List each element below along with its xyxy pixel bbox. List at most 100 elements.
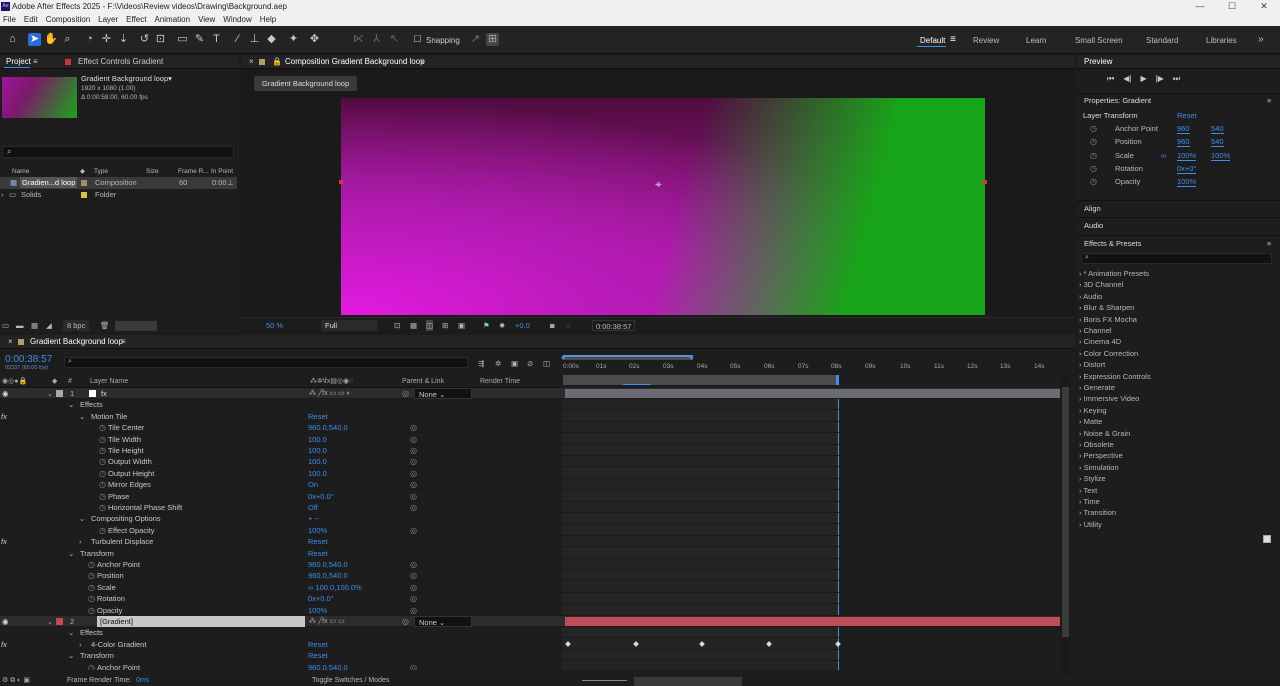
scrollbar-thumb[interactable] (1062, 387, 1069, 637)
stopwatch-icon[interactable]: ◷ (99, 434, 106, 445)
snapping-checkbox[interactable]: ☐ (411, 33, 424, 46)
visibility-eye-icon[interactable]: ◉ (2, 616, 9, 627)
brush-tool-icon[interactable]: ⁄ (231, 33, 244, 46)
property-row[interactable]: ◷ Rotation 0x+0.0° ◎ (0, 593, 1060, 605)
layer-name[interactable]: [Gradient] (97, 616, 305, 627)
color-management-icon[interactable]: ⚑ (483, 320, 490, 331)
stopwatch-icon[interactable]: ◷ (88, 559, 95, 570)
scale-y-value[interactable]: 100% (1211, 150, 1231, 161)
layer-row[interactable]: ◉ ⌄ 2 [Gradient] ⁂ ╱fx ▭ ▭ ◎ None ⌄ (0, 616, 1060, 627)
last-frame-icon[interactable]: ⏭ (1173, 74, 1180, 86)
bit-depth-button[interactable]: 8 bpc (63, 320, 90, 331)
property-value[interactable]: Reset (308, 411, 328, 422)
current-time-indicator[interactable] (836, 375, 839, 385)
stopwatch-icon[interactable]: ◷ (88, 570, 95, 581)
effects-category[interactable]: › Immersive Video (1079, 393, 1139, 404)
close-tab-icon[interactable]: × (249, 55, 254, 69)
layer-label-color[interactable] (56, 390, 63, 397)
property-row[interactable]: ◷ Tile Width 100.0 ◎ (0, 434, 1060, 445)
property-row[interactable]: ◷ Tile Center 960.0,540.0 ◎ (0, 422, 1060, 434)
project-item-row[interactable]: › ▭ Solids Folder (0, 189, 237, 201)
workspace-standard[interactable]: Standard (1146, 36, 1178, 45)
menu-view[interactable]: View (198, 13, 215, 26)
dolly-camera-icon[interactable]: ⇣ (117, 33, 130, 46)
menu-effect[interactable]: Effect (126, 13, 146, 26)
zoom-dropdown[interactable]: 50 % (266, 320, 283, 331)
effects-category[interactable]: › Audio (1079, 291, 1102, 302)
property-value[interactable]: 0x+0.0° (308, 491, 334, 502)
rectangle-tool-icon[interactable]: ▭ (176, 33, 189, 46)
effects-search-input[interactable]: ⌕ (1081, 253, 1272, 264)
parent-dropdown[interactable]: None ⌄ (414, 388, 472, 399)
toggle-channels-icon[interactable]: ▣ (458, 320, 465, 331)
col-layer-name[interactable]: Layer Name (90, 376, 128, 387)
parent-dropdown[interactable]: None ⌄ (414, 616, 472, 627)
stopwatch-icon[interactable]: ◷ (99, 445, 106, 456)
workspace-libraries[interactable]: Libraries (1206, 36, 1237, 45)
menu-layer[interactable]: Layer (98, 13, 118, 26)
panel-menu-icon[interactable]: ≡ (1267, 95, 1271, 106)
panel-menu-icon[interactable]: ≡ (420, 55, 425, 69)
timeline-tab[interactable]: Gradient Background loop (30, 335, 123, 349)
stopwatch-icon[interactable]: ◷ (1090, 163, 1097, 174)
new-folder-icon[interactable]: ▬ (16, 320, 24, 331)
zoom-slider[interactable] (582, 680, 627, 681)
frame-blending-icon[interactable]: ⊘ (527, 358, 533, 369)
property-value[interactable]: 960.0,540.0 (308, 662, 348, 670)
anchor-x-value[interactable]: 960 (1177, 123, 1190, 134)
lock-icon[interactable]: 🔒 (272, 55, 282, 69)
col-frame-rate[interactable]: Frame R... (178, 166, 209, 177)
layer-switches-icon[interactable]: ⁂ ╱fx ▭ ▭ (309, 616, 345, 627)
toggle-switches-modes[interactable]: Toggle Switches / Modes (312, 676, 389, 685)
property-row[interactable]: ◷ Output Height 100.0 ◎ (0, 468, 1060, 479)
expression-pick-whip-icon[interactable]: ◎ (410, 570, 417, 581)
twirl-down-icon[interactable]: ⌄ (47, 390, 53, 398)
col-render-time[interactable]: Render Time (480, 376, 520, 387)
property-value[interactable]: Reset (308, 650, 328, 661)
stopwatch-icon[interactable]: ◷ (99, 491, 106, 502)
expression-pick-whip-icon[interactable]: ◎ (410, 525, 417, 536)
properties-title[interactable]: Properties: Gradient (1084, 95, 1151, 106)
twirl-icon[interactable]: ⌄ (68, 548, 74, 559)
effects-presets-title[interactable]: Effects & Presets (1084, 238, 1141, 249)
stopwatch-icon[interactable]: ◷ (1090, 150, 1097, 161)
snap-options-icon[interactable]: ↗ (469, 33, 482, 46)
twirl-icon[interactable]: ⌄ (79, 411, 85, 422)
anchor-point-icon[interactable]: ⌖ (655, 177, 662, 192)
shy-layers-icon[interactable]: ▣ (511, 358, 518, 369)
minimize-button[interactable]: — (1184, 0, 1216, 13)
draft-3d-icon[interactable]: ✲ (495, 358, 501, 369)
stopwatch-icon[interactable]: ◷ (99, 456, 106, 467)
effects-category[interactable]: › Blur & Sharpen (1079, 302, 1134, 313)
stopwatch-icon[interactable]: ◷ (88, 593, 95, 604)
pen-tool-icon[interactable]: ✎ (193, 33, 206, 46)
switches-header-icon[interactable]: ⁂✲\fx▤◎◉◌ (310, 376, 353, 387)
property-row[interactable]: ⌄ Compositing Options + − (0, 513, 1060, 525)
property-row[interactable]: ◷ Scale ∞ 100.0,100.0% ◎ (0, 582, 1060, 593)
layer-switches-icon[interactable]: ⁂ ╱fx ▭ ▭ ◐ (309, 388, 351, 399)
twirl-down-icon[interactable]: ⌄ (47, 618, 53, 626)
visibility-eye-icon[interactable]: ◉ (2, 388, 9, 399)
stopwatch-icon[interactable]: ◷ (99, 468, 106, 479)
rotation-tool-icon[interactable]: ↺ (138, 33, 151, 46)
layer-handle[interactable] (339, 180, 343, 184)
layer-handle[interactable] (983, 180, 987, 184)
transparency-grid-icon[interactable]: ▦ (410, 320, 417, 331)
snap-grid-icon[interactable]: ⊞ (486, 33, 499, 46)
twirl-icon[interactable]: ⌄ (68, 627, 74, 638)
project-search-input[interactable]: ⌕ (2, 146, 234, 158)
property-row[interactable]: ◷ Anchor Point 960.0,540.0 ◎ (0, 559, 1060, 570)
pan-behind-tool-icon[interactable]: ⊡ (154, 33, 167, 46)
effects-category[interactable]: › Matte (1079, 416, 1102, 427)
property-value[interactable]: 100% (308, 605, 327, 616)
mask-visibility-icon[interactable]: ◫ (426, 320, 434, 331)
expression-pick-whip-icon[interactable]: ◎ (410, 491, 417, 502)
work-area-bar[interactable] (563, 355, 693, 357)
effects-category[interactable]: › Noise & Grain (1079, 428, 1130, 439)
workspace-default[interactable]: Default (920, 36, 945, 45)
stopwatch-icon[interactable]: ◷ (88, 662, 95, 670)
rotation-value[interactable]: 0x+0° (1177, 163, 1197, 174)
effects-category[interactable]: › Obsolete (1079, 439, 1114, 450)
expression-pick-whip-icon[interactable]: ◎ (410, 502, 417, 513)
property-value[interactable]: 960.0,540.0 (308, 422, 348, 433)
